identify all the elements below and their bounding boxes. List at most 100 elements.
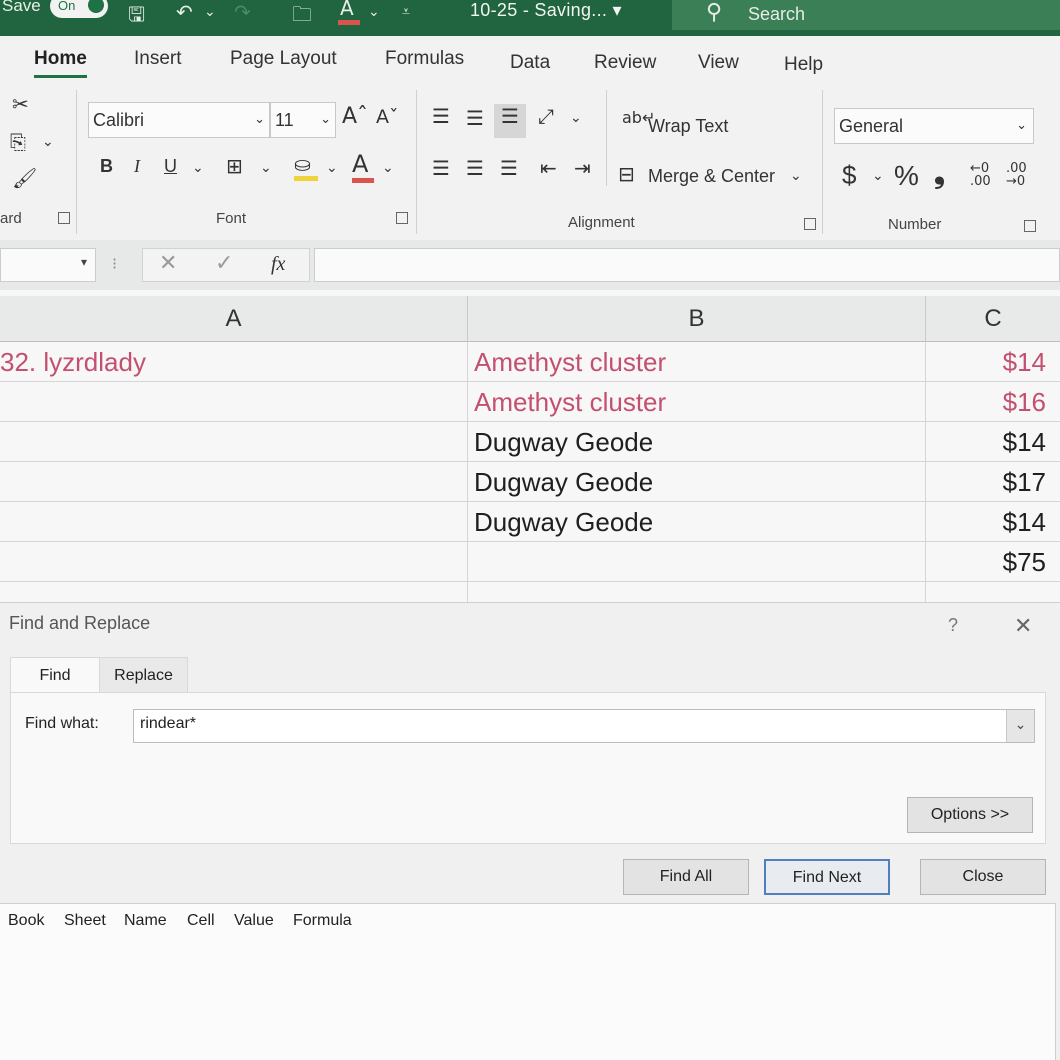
number-format-select[interactable]: General ⌄ — [834, 108, 1034, 144]
decrease-indent-icon[interactable]: ⇤ — [540, 156, 557, 180]
tab-formulas[interactable]: Formulas — [385, 48, 464, 70]
undo-dropdown-icon[interactable]: ⌄ — [204, 4, 216, 20]
comma-style-button[interactable]: ❟ — [934, 158, 945, 191]
cell-a[interactable] — [0, 462, 468, 502]
clipboard-launcher-icon[interactable] — [58, 212, 70, 224]
number-launcher-icon[interactable] — [1024, 220, 1036, 232]
merge-center-button[interactable]: Merge & Center — [648, 166, 775, 187]
chevron-down-icon[interactable]: ⌄ — [1006, 710, 1034, 742]
bold-button[interactable]: B — [100, 156, 113, 177]
increase-indent-icon[interactable]: ⇥ — [574, 156, 591, 180]
font-color-dropdown-icon[interactable]: ⌄ — [368, 4, 380, 20]
cell-c[interactable]: $16 — [926, 382, 1060, 422]
tab-home[interactable]: Home — [34, 48, 87, 78]
formula-input[interactable] — [314, 248, 1060, 282]
results-column-name[interactable]: Name — [124, 912, 167, 930]
cell-a[interactable] — [0, 502, 468, 542]
tab-help[interactable]: Help — [784, 54, 823, 76]
results-column-book[interactable]: Book — [8, 912, 44, 930]
results-column-sheet[interactable]: Sheet — [64, 912, 106, 930]
cut-icon[interactable]: ✂ — [12, 92, 29, 116]
cell-c[interactable]: $75 — [926, 542, 1060, 582]
orientation-dropdown-icon[interactable]: ⌄ — [570, 110, 582, 126]
currency-button[interactable]: $ — [842, 160, 856, 191]
increase-decimal-icon[interactable]: ←0.00 — [970, 162, 991, 188]
currency-dropdown-icon[interactable]: ⌄ — [872, 168, 884, 184]
open-folder-icon[interactable]: 🗀 — [292, 0, 312, 34]
align-center-icon[interactable]: ☰ — [466, 156, 484, 180]
worksheet-grid[interactable]: A B C 32. lyzrdlady Amethyst cluster $14… — [0, 290, 1060, 622]
document-title[interactable]: 10-25 - Saving... ▾ — [470, 0, 622, 21]
tab-replace[interactable]: Replace — [100, 657, 188, 693]
font-name-select[interactable]: Calibri ⌄ — [88, 102, 270, 138]
underline-button[interactable]: U — [164, 156, 177, 177]
tab-review[interactable]: Review — [594, 52, 656, 74]
search-box[interactable]: ⚲ Search — [672, 0, 1060, 30]
merge-dropdown-icon[interactable]: ⌄ — [790, 168, 802, 184]
column-header-a[interactable]: A — [0, 296, 468, 342]
tab-data[interactable]: Data — [510, 52, 550, 74]
middle-align-icon[interactable]: ☰ — [466, 106, 484, 130]
underline-dropdown-icon[interactable]: ⌄ — [192, 160, 204, 176]
column-header-c[interactable]: C — [926, 296, 1060, 342]
column-header-b[interactable]: B — [468, 296, 926, 342]
merge-center-icon[interactable]: ⊟ — [618, 162, 635, 186]
fill-color-dropdown-icon[interactable]: ⌄ — [326, 160, 338, 176]
tab-page-layout[interactable]: Page Layout — [230, 48, 337, 70]
results-column-cell[interactable]: Cell — [187, 912, 215, 930]
cell-c[interactable]: $14 — [926, 342, 1060, 382]
align-right-icon[interactable]: ☰ — [500, 156, 518, 180]
redo-icon[interactable]: ↷ — [234, 0, 251, 24]
undo-icon[interactable]: ↶ — [176, 0, 193, 24]
font-color-dropdown-icon[interactable]: ⌄ — [382, 160, 394, 176]
alignment-launcher-icon[interactable] — [804, 218, 816, 230]
results-column-formula[interactable]: Formula — [293, 912, 352, 930]
copy-icon[interactable]: ⎘ — [10, 130, 26, 154]
find-all-button[interactable]: Find All — [623, 859, 749, 895]
tab-view[interactable]: View — [698, 52, 739, 74]
italic-button[interactable]: I — [134, 156, 140, 177]
cell-b[interactable]: Dugway Geode — [468, 422, 926, 462]
cell-c[interactable]: $17 — [926, 462, 1060, 502]
tab-insert[interactable]: Insert — [134, 48, 182, 70]
find-next-button[interactable]: Find Next — [764, 859, 890, 895]
copy-dropdown-icon[interactable]: ⌄ — [42, 134, 54, 150]
cell-a[interactable] — [0, 382, 468, 422]
borders-icon[interactable]: ⊞ — [226, 154, 243, 178]
font-color-icon[interactable]: A — [338, 0, 360, 25]
insert-function-button[interactable]: fx — [271, 253, 285, 276]
font-color-icon[interactable]: A — [352, 150, 374, 183]
top-align-icon[interactable]: ☰ — [432, 104, 450, 128]
cell-b[interactable] — [468, 542, 926, 582]
cell-c[interactable]: $14 — [926, 502, 1060, 542]
bottom-align-icon[interactable]: ☰ — [494, 104, 526, 138]
close-button[interactable]: Close — [920, 859, 1046, 895]
options-button[interactable]: Options >> — [907, 797, 1033, 833]
tab-find[interactable]: Find — [10, 657, 100, 693]
help-button[interactable]: ? — [948, 615, 958, 636]
font-size-select[interactable]: 11 ⌄ — [270, 102, 336, 138]
cell-b[interactable]: Dugway Geode — [468, 462, 926, 502]
find-what-input[interactable]: rindear* ⌄ — [133, 709, 1035, 743]
cell-b[interactable]: Dugway Geode — [468, 502, 926, 542]
close-icon[interactable]: ✕ — [1014, 613, 1032, 639]
cell-a[interactable] — [0, 422, 468, 462]
results-column-value[interactable]: Value — [234, 912, 274, 930]
orientation-icon[interactable]: ⤢ — [538, 104, 554, 128]
name-box[interactable]: ▾ — [0, 248, 96, 282]
cell-c[interactable]: $14 — [926, 422, 1060, 462]
borders-dropdown-icon[interactable]: ⌄ — [260, 160, 272, 176]
wrap-text-button[interactable]: Wrap Text — [648, 116, 728, 137]
align-left-icon[interactable]: ☰ — [432, 156, 450, 180]
cell-a[interactable] — [0, 542, 468, 582]
font-launcher-icon[interactable] — [396, 212, 408, 224]
cell-b[interactable]: Amethyst cluster — [468, 342, 926, 382]
cell-b[interactable]: Amethyst cluster — [468, 382, 926, 422]
customize-toolbar-icon[interactable]: ⩡ — [402, 4, 410, 20]
enter-icon[interactable]: ✓ — [215, 251, 233, 276]
increase-font-size-icon[interactable]: Aˆ — [342, 104, 368, 129]
cancel-icon[interactable]: ✕ — [159, 251, 177, 276]
decrease-decimal-icon[interactable]: .00 →0 — [1006, 162, 1027, 188]
fill-color-icon[interactable]: ⛀ — [294, 152, 318, 181]
percent-button[interactable]: % — [894, 160, 919, 192]
